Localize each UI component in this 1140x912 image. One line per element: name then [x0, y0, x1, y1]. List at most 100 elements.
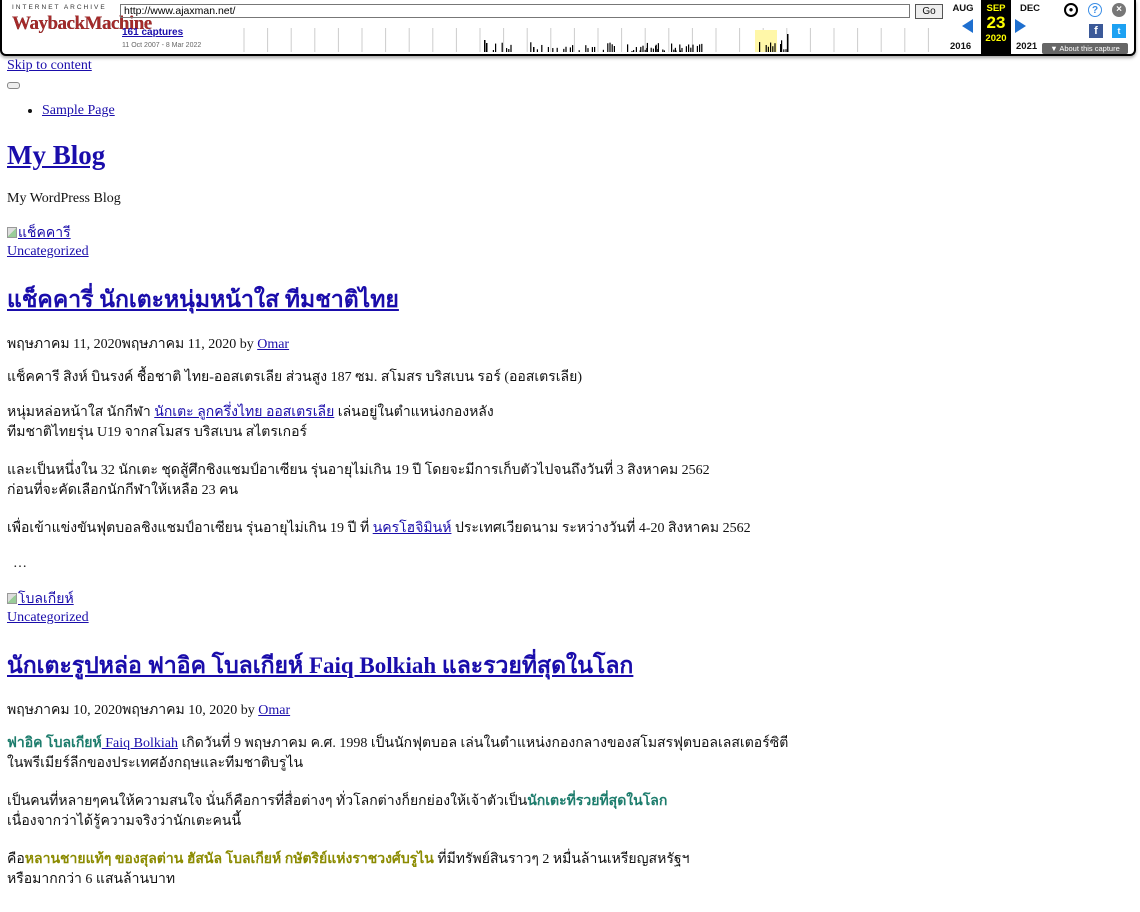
inline-link[interactable]: นักเตะ ลูกครึ่งไทย ออสเตรเลีย	[154, 405, 334, 420]
about-capture-button[interactable]: ▼ About this capture	[1042, 43, 1128, 54]
nav-link-sample-page[interactable]: Sample Page	[42, 103, 115, 118]
sparkline-bar	[508, 49, 510, 52]
post-title-link[interactable]: นักเตะรูปหล่อ ฟาอิค โบลเกียห์ Faiq Bolki…	[7, 653, 633, 678]
post-meta: พฤษภาคม 11, 2020พฤษภาคม 11, 2020 by Omar	[7, 333, 289, 355]
post-paragraph: แช็คคารี สิงห์ บินรงค์ ชื้อชาติ ไทย-ออสเ…	[7, 370, 582, 385]
sparkline-bar	[780, 44, 782, 52]
text: เล่นอยู่ในตำแหน่งกองหลัง	[334, 405, 494, 420]
post-paragraph: คือหลานชายแท้ๆ ของสุลต่าน ฮัสนัล โบลเกีย…	[7, 850, 689, 890]
post-thumbnail-alt: แช็คคารี	[18, 226, 71, 241]
sparkline-bar	[699, 44, 701, 52]
sparkline-bar	[688, 44, 690, 52]
capture-sparkline[interactable]	[228, 24, 938, 52]
sparkline-bar	[650, 47, 652, 52]
post-author-link[interactable]: Omar	[258, 703, 290, 718]
help-icon[interactable]: ?	[1088, 3, 1102, 17]
sparkline-bar	[652, 48, 654, 52]
site-title: My Blog	[7, 140, 105, 171]
current-capture-date: SEP 23 2020	[981, 0, 1011, 54]
sparkline-bar	[644, 49, 646, 52]
sparkline-bar	[701, 43, 703, 52]
sparkline-bar	[767, 46, 769, 52]
sparkline-bar	[613, 46, 615, 52]
text: ประเทศเวียดนาม ระหว่างวันที่ 4-20 สิงหาค…	[451, 521, 751, 536]
sparkline-bar	[541, 44, 543, 52]
inline-link[interactable]: นครโฮจิมินห์	[373, 521, 452, 536]
prev-year[interactable]: 2016	[950, 41, 971, 52]
sparkline-bar	[759, 42, 761, 52]
post-category-link[interactable]: Uncategorized	[7, 244, 1127, 260]
post-category-link[interactable]: Uncategorized	[7, 610, 1127, 626]
primary-nav: Sample Page	[27, 103, 115, 119]
sparkline-bar	[602, 49, 604, 52]
skip-to-content-link[interactable]: Skip to content	[7, 58, 92, 74]
next-year[interactable]: 2021	[1016, 41, 1037, 52]
sparkline-bar	[501, 42, 503, 52]
post-paragraph: เป็นคนที่หลายๆคนให้ความสนใจ นั่นก็คือการ…	[7, 792, 667, 832]
sparkline-bar	[536, 49, 538, 52]
sparkline-bar	[492, 50, 494, 52]
site-title-link[interactable]: My Blog	[7, 140, 105, 170]
sparkline-bar	[673, 49, 675, 52]
text: เพื่อเข้าแข่งขันฟุตบอลชิงแชมป์อาเซียน รุ…	[7, 521, 373, 536]
sparkline-bar	[609, 42, 611, 52]
sparkline-bar	[565, 46, 567, 52]
close-icon[interactable]: ×	[1112, 3, 1126, 17]
text: และเป็นหนึ่งใน 32 นักเตะ ชุดสู้ศึกชิงแชม…	[7, 463, 710, 478]
sparkline-bar	[611, 44, 613, 52]
prev-arrow-icon[interactable]	[962, 19, 973, 33]
text: คือ	[7, 852, 25, 867]
post-paragraph: เพื่อเข้าแข่งขันฟุตบอลชิงแชมป์อาเซียน รุ…	[7, 519, 751, 539]
post-author-link[interactable]: Omar	[257, 337, 289, 352]
current-month: SEP	[986, 3, 1006, 14]
broken-image-icon	[7, 227, 17, 238]
sparkline-bar	[671, 43, 673, 52]
sparkline-bar	[674, 47, 676, 52]
sparkline-bar	[572, 45, 574, 52]
sparkline-bar	[785, 49, 787, 52]
sparkline-bar	[679, 44, 681, 52]
sparkline-bar	[547, 46, 549, 52]
post-paragraph: ฟาอิค โบลเกียห์ Faiq Bolkiah เกิดวันที่ …	[7, 734, 788, 774]
user-icon[interactable]: ●	[1064, 3, 1078, 17]
post-title: แช็คคารี่ นักเตะหนุ่มหน้าใส ทีมชาติไทย	[7, 282, 399, 318]
post-thumbnail-link[interactable]: แช็คคารี	[7, 222, 1127, 244]
twitter-icon[interactable]: t	[1112, 24, 1126, 38]
sparkline-bar	[585, 45, 587, 52]
post-ellipsis: …	[13, 556, 27, 571]
sparkline-bar	[631, 50, 633, 52]
sparkline-bar	[486, 43, 488, 52]
text: เนื่องจากว่าได้รู้ความจริงว่านักเตะคนนี้	[7, 814, 242, 829]
sparkline-bar	[774, 43, 776, 52]
facebook-icon[interactable]: f	[1089, 24, 1103, 38]
sparkline-bar	[685, 46, 687, 52]
post-thumbnail-link[interactable]: โบลเกียห์	[7, 588, 1127, 610]
highlight-text: ฟาอิค โบลเกียห์	[7, 736, 102, 751]
post-article: แช็คคารี Uncategorized แช็คคารี่ นักเตะห…	[7, 222, 1127, 571]
sparkline-bar	[627, 44, 629, 52]
wayback-logo[interactable]: INTERNET ARCHIVE WaybackMachine	[12, 4, 152, 35]
inline-link[interactable]: Faiq Bolkiah	[102, 736, 178, 751]
next-arrow-icon[interactable]	[1015, 19, 1026, 33]
sparkline-bar	[530, 42, 532, 52]
next-month[interactable]: DEC	[1015, 3, 1045, 14]
sparkline-bar	[639, 50, 641, 52]
text: ในพรีเมียร์ลีกของประเทศอังกฤษและทีมชาติบ…	[7, 756, 304, 771]
sparkline-bar	[607, 43, 609, 52]
post-date: พฤษภาคม 10, 2020พฤษภาคม 10, 2020 by	[7, 703, 259, 718]
text: ทีมชาติไทยรุ่น U19 จากสโมสร บริสเบน สไตร…	[7, 425, 308, 440]
go-button[interactable]: Go	[915, 4, 943, 19]
sparkline-bar	[657, 49, 659, 52]
menu-toggle-button[interactable]	[7, 82, 20, 89]
highlight-text: นักเตะที่รวยที่สุดในโลก	[527, 794, 668, 809]
url-input[interactable]: http://www.ajaxman.net/	[120, 4, 910, 18]
sparkline-bar	[633, 50, 635, 52]
sparkline-bar	[506, 48, 508, 52]
text: หนุ่มหล่อหน้าใส นักกีฬา	[7, 405, 155, 420]
captures-link[interactable]: 161 captures	[122, 27, 183, 38]
post-paragraph: หนุ่มหล่อหน้าใส นักกีฬา นักเตะ ลูกครึ่งไ…	[7, 403, 494, 443]
post-title-link[interactable]: แช็คคารี่ นักเตะหนุ่มหน้าใส ทีมชาติไทย	[7, 287, 399, 312]
prev-month[interactable]: AUG	[948, 3, 978, 14]
text: เกิดวันที่ 9 พฤษภาคม ค.ศ. 1998 เป็นนักฟุ…	[177, 736, 789, 751]
wayback-toolbar: INTERNET ARCHIVE WaybackMachine http://w…	[0, 0, 1136, 56]
